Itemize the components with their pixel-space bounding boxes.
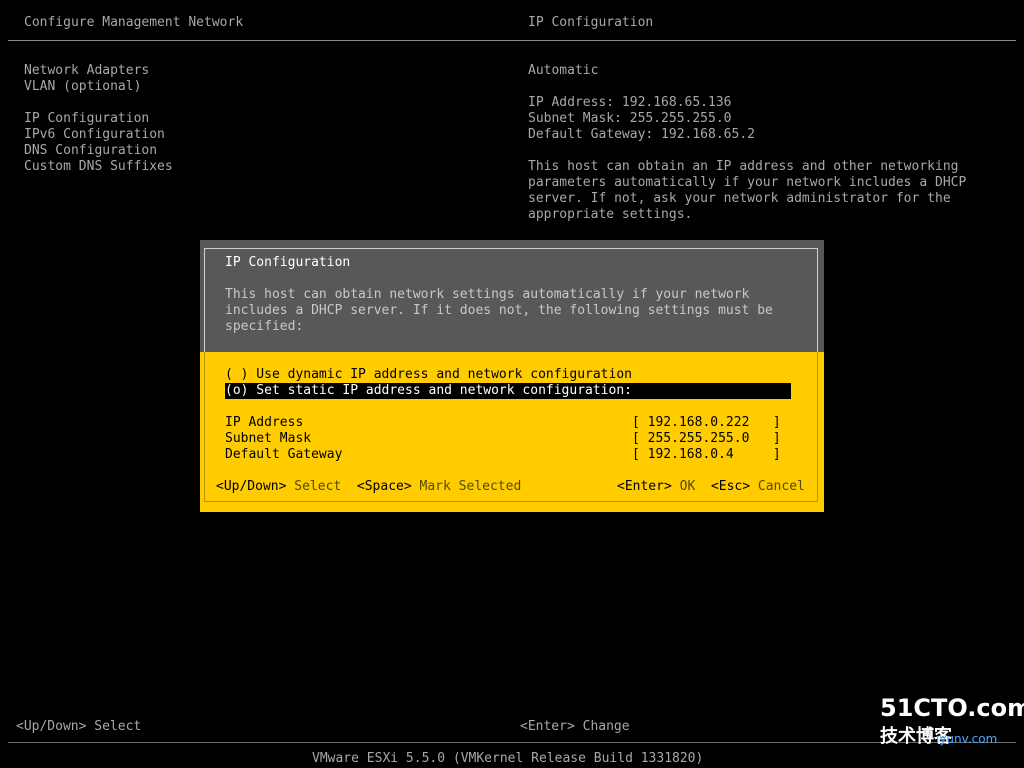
menu-item-vlan[interactable]: VLAN (optional)	[24, 79, 173, 95]
enter-ok-key[interactable]: <Enter>	[617, 479, 672, 494]
dynamic-ip-radio[interactable]: ( ) Use dynamic IP address and network c…	[225, 367, 791, 383]
menu-item-network-adapters[interactable]: Network Adapters	[24, 63, 173, 79]
current-ip: IP Address: 192.168.65.136	[528, 95, 732, 110]
footer-divider	[8, 742, 1016, 743]
space-action: Mark Selected	[419, 479, 522, 494]
config-menu: Network Adapters VLAN (optional) IP Conf…	[24, 63, 173, 175]
ip-configuration-dialog: IP Configuration This host can obtain ne…	[200, 240, 824, 512]
menu-item-ip-configuration[interactable]: IP Configuration	[24, 111, 173, 127]
footer-enter-key: <Enter>	[520, 719, 575, 734]
updown-key: <Up/Down>	[216, 479, 287, 494]
dialog-description: This host can obtain network settings au…	[225, 287, 773, 334]
subnet-mask-field[interactable]: [ 255.255.255.0 ]	[632, 431, 781, 447]
dialog-hints-right: <Enter> OK <Esc> Cancel	[617, 479, 805, 495]
ip-mode: Automatic	[528, 63, 599, 78]
footer-hint-change: <Enter> Change	[520, 719, 630, 735]
ip-address-label: IP Address	[225, 415, 304, 430]
current-gateway: Default Gateway: 192.168.65.2	[528, 127, 755, 142]
dialog-title: IP Configuration	[225, 255, 351, 270]
default-gateway-field[interactable]: [ 192.168.0.4 ]	[632, 447, 781, 463]
static-ip-radio[interactable]: (o) Set static IP address and network co…	[225, 383, 791, 399]
menu-item-custom-dns-suffixes[interactable]: Custom DNS Suffixes	[24, 159, 173, 175]
updown-action: Select	[294, 479, 342, 494]
footer-hint-select: <Up/Down> Select	[16, 719, 141, 735]
esc-cancel-key[interactable]: <Esc>	[711, 479, 750, 494]
footer-change-action: Change	[582, 719, 630, 734]
menu-gap	[24, 95, 173, 111]
info-panel: Automatic IP Address: 192.168.65.136 Sub…	[528, 63, 998, 223]
ok-action: OK	[679, 479, 696, 494]
dialog-hints-left: <Up/Down> Select <Space> Mark Selected	[216, 479, 521, 495]
panel-gap	[528, 143, 998, 159]
subnet-mask-label: Subnet Mask	[225, 431, 312, 446]
ip-address-field[interactable]: [ 192.168.0.222 ]	[632, 415, 781, 431]
section-title: IP Configuration	[528, 15, 654, 30]
site-watermark: 51CTO.com 技术博客 iyunv.com	[878, 694, 1024, 758]
default-gateway-label: Default Gateway	[225, 447, 343, 462]
screen-title: Configure Management Network	[24, 15, 244, 30]
version-label: VMware ESXi 5.5.0 (VMKernel Release Buil…	[312, 751, 704, 766]
menu-item-dns-configuration[interactable]: DNS Configuration	[24, 143, 173, 159]
footer-updown-key: <Up/Down>	[16, 719, 87, 734]
watermark-url: iyunv.com	[936, 732, 998, 746]
watermark-logo: 51CTO.com	[880, 694, 1024, 722]
panel-gap	[528, 79, 998, 95]
current-mask: Subnet Mask: 255.255.255.0	[528, 111, 732, 126]
cancel-action: Cancel	[757, 479, 805, 494]
footer-select-action: Select	[94, 719, 142, 734]
panel-description: This host can obtain an IP address and o…	[528, 159, 967, 222]
menu-item-ipv6-configuration[interactable]: IPv6 Configuration	[24, 127, 173, 143]
space-key[interactable]: <Space>	[357, 479, 412, 494]
header-divider	[8, 40, 1016, 41]
